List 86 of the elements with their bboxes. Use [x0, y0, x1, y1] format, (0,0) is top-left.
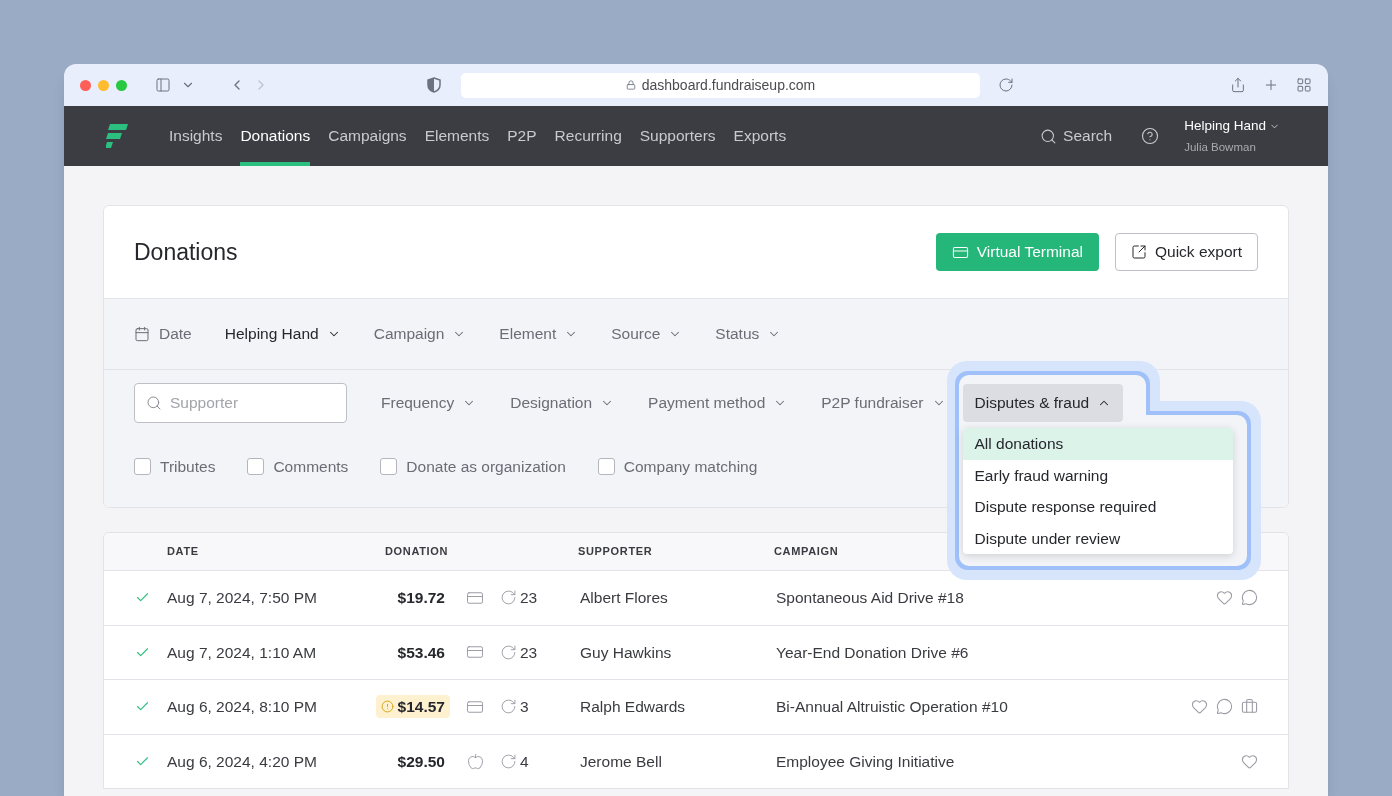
filter-dropdown[interactable]: Frequency — [381, 391, 477, 415]
filter-dropdown[interactable]: Source — [611, 322, 683, 346]
user-name: Julia Bowman — [1184, 139, 1257, 155]
column-header: SUPPORTER — [578, 544, 654, 560]
amount-cell-text: $19.72 — [396, 588, 446, 609]
checkbox[interactable] — [247, 458, 265, 476]
new-tab-icon[interactable] — [1263, 77, 1279, 93]
supporter-cell-text: Ralph Edwards — [580, 697, 687, 718]
checkbox-label: Donate as organization — [406, 457, 566, 477]
menu-item[interactable]: Early fraud warning — [962, 459, 1233, 491]
date-cell-text: Aug 7, 2024, 1:10 AM — [167, 642, 318, 663]
filter-dropdown[interactable]: Designation — [510, 391, 615, 415]
search-button[interactable]: Search — [1040, 124, 1113, 148]
heart-icon — [1241, 752, 1258, 770]
search-icon — [146, 395, 162, 411]
nav-tab[interactable]: Insights — [169, 106, 223, 166]
disputes-dropdown[interactable]: Disputes & fraud — [962, 384, 1124, 422]
address-bar[interactable]: dashboard.fundraiseup.com — [461, 72, 980, 98]
supporter-search-field[interactable]: Supporter — [134, 383, 347, 423]
campaign-cell-text: Spontaneous Aid Drive #18 — [776, 588, 964, 609]
column-header: DONATION — [385, 544, 450, 560]
sidebar-icon[interactable] — [155, 77, 171, 93]
menu-item[interactable]: All donations — [962, 428, 1233, 460]
campaign-cell-text: Employee Giving Initiative — [776, 751, 955, 772]
supporter-cell-text: Albert Flores — [580, 588, 669, 609]
date-cell-text: Aug 6, 2024, 8:10 PM — [167, 697, 318, 718]
menu-item[interactable]: Dispute response required — [962, 491, 1233, 523]
column-header: DATE — [167, 544, 200, 560]
nav-tab[interactable]: Supporters — [639, 106, 716, 166]
column-header: CAMPAIGN — [774, 544, 839, 560]
recurring-icon — [500, 752, 517, 770]
date-filter[interactable]: Date — [134, 322, 192, 346]
shield-icon[interactable] — [427, 77, 441, 93]
recurring-count: 3 — [520, 697, 529, 718]
checkbox-label: Company matching — [623, 457, 758, 477]
amount-cell: $14.57 — [375, 695, 450, 719]
filter-dropdown[interactable]: Campaign — [373, 322, 467, 346]
help-icon[interactable] — [1141, 127, 1160, 145]
checkbox-label: Comments — [273, 457, 349, 477]
filter-dropdown[interactable]: P2P fundraiser — [821, 391, 946, 415]
filter-dropdown[interactable]: Element — [499, 322, 579, 346]
heart-icon — [1216, 589, 1233, 607]
heart-icon — [1191, 698, 1208, 716]
recurring-icon — [500, 643, 517, 661]
checkbox[interactable] — [597, 458, 615, 476]
quick-export-button[interactable]: Quick export — [1115, 233, 1258, 271]
checkbox[interactable] — [380, 458, 398, 476]
supporter-cell-text: Jerome Bell — [580, 751, 663, 772]
organization-name[interactable]: Helping Hand — [1184, 116, 1266, 137]
recurring-count: 4 — [520, 751, 529, 772]
nav-tab[interactable]: Campaigns — [328, 106, 407, 166]
recurring-count: 23 — [520, 588, 538, 609]
tab-overview-icon[interactable] — [1296, 77, 1312, 93]
filter-dropdown[interactable]: Helping Hand — [224, 322, 341, 346]
apple-icon — [466, 752, 484, 770]
export-icon — [1131, 244, 1147, 260]
amount-cell-text: $53.46 — [396, 642, 446, 663]
date-cell-text: Aug 6, 2024, 4:20 PM — [167, 751, 318, 772]
nav-tab[interactable]: P2P — [507, 106, 537, 166]
checkbox[interactable] — [134, 458, 151, 476]
menu-item[interactable]: Dispute under review — [962, 522, 1233, 554]
nav-tab[interactable]: Recurring — [554, 106, 622, 166]
checkbox-label: Tributes — [160, 457, 216, 477]
filter-dropdown[interactable]: Status — [715, 322, 782, 346]
supporter-cell-text: Guy Hawkins — [580, 642, 673, 663]
page-title: Donations — [134, 237, 238, 267]
supporter-search-input[interactable]: Supporter — [170, 391, 335, 415]
nav-tab[interactable]: Exports — [733, 106, 787, 166]
nav-tab[interactable]: Elements — [424, 106, 490, 166]
date-cell-text: Aug 7, 2024, 7:50 PM — [167, 588, 318, 609]
recurring-icon — [500, 589, 517, 607]
filter-dropdown[interactable]: Payment method — [648, 391, 788, 415]
amount-cell-text: $29.50 — [396, 751, 446, 772]
recurring-count: 23 — [520, 642, 538, 663]
warning-icon — [380, 700, 394, 714]
calendar-icon — [134, 326, 150, 342]
comment-icon — [1241, 589, 1258, 607]
recurring-icon — [500, 698, 517, 716]
comment-icon — [1216, 698, 1233, 716]
campaign-cell-text: Bi-Annual Altruistic Operation #10 — [776, 697, 1008, 718]
share-icon[interactable] — [1230, 77, 1246, 93]
logo-icon[interactable] — [106, 124, 128, 148]
briefcase-icon — [1241, 698, 1258, 716]
campaign-cell-text: Year-End Donation Drive #6 — [776, 642, 969, 663]
reload-icon[interactable] — [998, 77, 1014, 93]
search-icon — [1040, 127, 1058, 145]
